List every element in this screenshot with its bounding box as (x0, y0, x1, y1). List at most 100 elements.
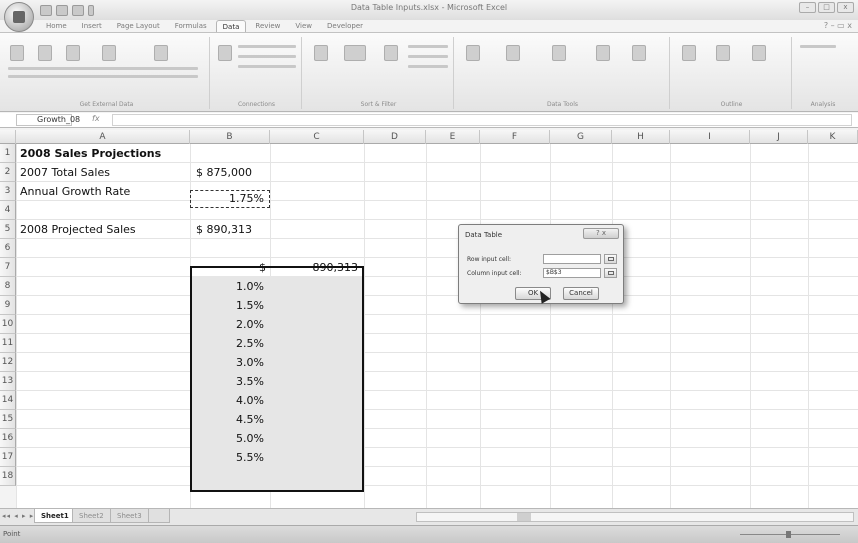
rate-cell[interactable]: 3.5% (196, 375, 264, 388)
tab-page-layout[interactable]: Page Layout (111, 20, 166, 32)
maximize-button[interactable]: □ (818, 2, 835, 13)
column-header-a[interactable]: A (16, 130, 190, 144)
formula-input[interactable] (112, 114, 852, 126)
office-button[interactable] (4, 2, 34, 32)
row-header[interactable]: 6 (0, 239, 16, 258)
row-header[interactable]: 18 (0, 467, 16, 486)
cancel-button[interactable]: Cancel (563, 287, 599, 300)
sort-button[interactable] (314, 45, 328, 61)
rate-cell[interactable]: 4.0% (196, 394, 264, 407)
column-header-e[interactable]: E (426, 130, 480, 144)
name-box[interactable]: Growth_08 (16, 114, 80, 126)
sheet-tab-sheet1[interactable]: Sheet1 (34, 509, 76, 523)
text-to-columns-button[interactable] (466, 45, 480, 61)
column-header-b[interactable]: B (190, 130, 270, 144)
column-input-collapse-button[interactable] (604, 268, 617, 278)
row-header[interactable]: 2 (0, 163, 16, 182)
column-header-i[interactable]: I (670, 130, 750, 144)
worksheet-grid[interactable]: 2008 Sales Projections 2007 Total Sales … (16, 144, 858, 508)
column-input-cell-field[interactable]: $B$3 (543, 268, 601, 278)
rate-cell[interactable]: 2.0% (196, 318, 264, 331)
help-icon[interactable]: ? – ▭ x (824, 21, 852, 30)
row-header[interactable]: 8 (0, 277, 16, 296)
rate-cell[interactable]: 4.5% (196, 413, 264, 426)
rate-cell[interactable]: 1.0% (196, 280, 264, 293)
zoom-slider[interactable] (700, 531, 850, 538)
tab-view[interactable]: View (289, 20, 318, 32)
filter-button[interactable] (384, 45, 398, 61)
row-input-cell-field[interactable] (543, 254, 601, 264)
sort-large-button[interactable] (344, 45, 366, 61)
tab-developer[interactable]: Developer (321, 20, 369, 32)
insert-sheet-icon[interactable] (148, 509, 170, 523)
existing-connections-button[interactable] (154, 45, 168, 61)
from-other-sources-button[interactable] (102, 45, 116, 61)
cell-b5[interactable]: $ 890,313 (196, 223, 252, 236)
row-header[interactable]: 13 (0, 372, 16, 391)
tab-formulas[interactable]: Formulas (169, 20, 213, 32)
select-all-corner[interactable] (0, 130, 16, 144)
cell-a5[interactable]: 2008 Projected Sales (20, 223, 136, 236)
group-label: Get External Data (79, 101, 134, 108)
row-header[interactable]: 9 (0, 296, 16, 315)
refresh-all-button[interactable] (218, 45, 232, 61)
tab-review[interactable]: Review (249, 20, 286, 32)
column-header-j[interactable]: J (750, 130, 808, 144)
close-button[interactable]: x (837, 2, 854, 13)
data-validation-button[interactable] (552, 45, 566, 61)
row-header[interactable]: 14 (0, 391, 16, 410)
row-header[interactable]: 1 (0, 144, 16, 163)
tab-home[interactable]: Home (40, 20, 73, 32)
rate-cell[interactable]: 3.0% (196, 356, 264, 369)
tab-insert[interactable]: Insert (76, 20, 108, 32)
tab-data[interactable]: Data (215, 20, 247, 32)
cell-b7[interactable]: $ (196, 261, 266, 274)
cell-b2[interactable]: $ 875,000 (196, 166, 252, 179)
row-header[interactable]: 12 (0, 353, 16, 372)
properties-link (238, 55, 296, 58)
rate-cell[interactable]: 5.0% (196, 432, 264, 445)
row-input-collapse-button[interactable] (604, 254, 617, 264)
row-header[interactable]: 4 (0, 201, 16, 220)
what-if-analysis-button[interactable] (632, 45, 646, 61)
cell-c7[interactable]: 890,313 (278, 261, 359, 274)
cell-a3[interactable]: Annual Growth Rate (20, 185, 130, 198)
sheet-tab-sheet2[interactable]: Sheet2 (72, 509, 111, 523)
zoom-knob[interactable] (786, 531, 791, 538)
column-header-f[interactable]: F (480, 130, 550, 144)
fx-icon[interactable]: fx (92, 114, 100, 123)
cell-a2[interactable]: 2007 Total Sales (20, 166, 110, 179)
subtotal-button[interactable] (752, 45, 766, 61)
row-header[interactable]: 17 (0, 448, 16, 467)
column-header-h[interactable]: H (612, 130, 670, 144)
column-header-d[interactable]: D (364, 130, 426, 144)
rate-cell[interactable]: 1.5% (196, 299, 264, 312)
column-header-k[interactable]: K (808, 130, 858, 144)
row-header[interactable]: 3 (0, 182, 16, 201)
row-header[interactable]: 11 (0, 334, 16, 353)
horizontal-scrollbar[interactable] (416, 512, 854, 522)
remove-duplicates-button[interactable] (506, 45, 520, 61)
rate-cell[interactable]: 2.5% (196, 337, 264, 350)
row-header[interactable]: 15 (0, 410, 16, 429)
sheet-tab-sheet3[interactable]: Sheet3 (110, 509, 149, 523)
minimize-button[interactable]: – (799, 2, 816, 13)
row-header[interactable]: 10 (0, 315, 16, 334)
row-header[interactable]: 7 (0, 258, 16, 277)
column-header-g[interactable]: G (550, 130, 612, 144)
from-access-button[interactable] (10, 45, 24, 61)
rate-cell[interactable]: 5.5% (196, 451, 264, 464)
column-header-c[interactable]: C (270, 130, 364, 144)
from-web-button[interactable] (38, 45, 52, 61)
consolidate-button[interactable] (596, 45, 610, 61)
cell-a1[interactable]: 2008 Sales Projections (20, 147, 161, 160)
cell-b3[interactable]: 1.75% (196, 192, 264, 205)
row-header[interactable]: 16 (0, 429, 16, 448)
group-label: Sort & Filter (360, 101, 397, 108)
row-header[interactable]: 5 (0, 220, 16, 239)
ungroup-button[interactable] (716, 45, 730, 61)
from-text-button[interactable] (66, 45, 80, 61)
group-button[interactable] (682, 45, 696, 61)
scroll-thumb[interactable] (517, 513, 531, 521)
dialog-close-button[interactable]: ? x (583, 228, 619, 239)
